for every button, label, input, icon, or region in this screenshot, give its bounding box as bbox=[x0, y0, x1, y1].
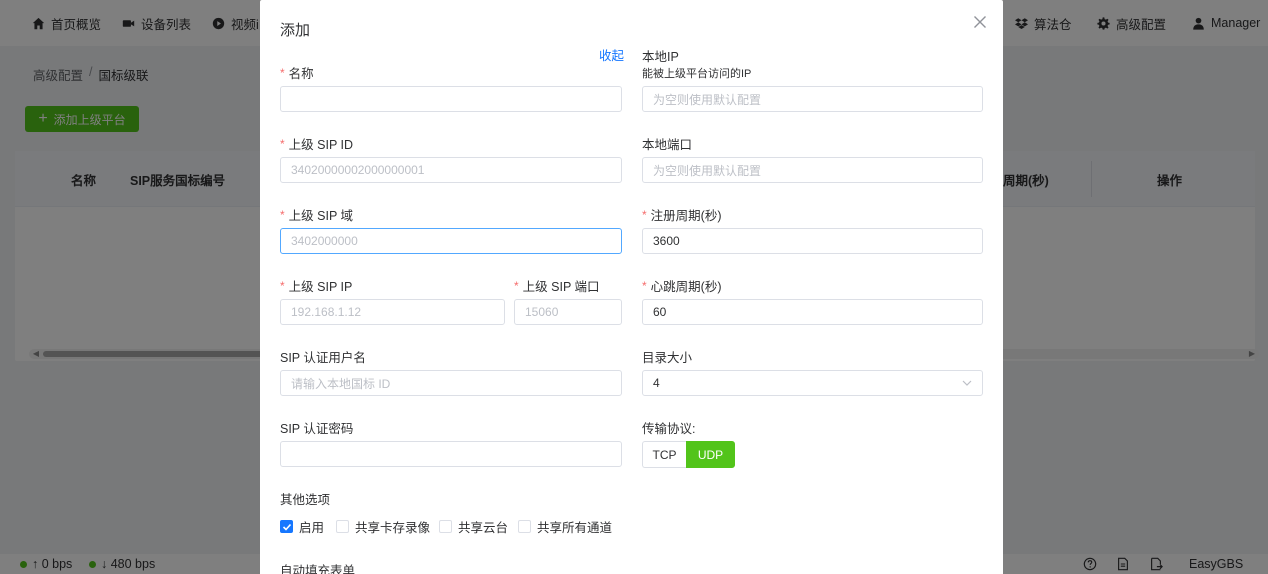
checkbox-box[interactable] bbox=[336, 520, 349, 533]
name-label-text: 名称 bbox=[288, 67, 314, 81]
heartbeat-period-input[interactable]: 60 bbox=[642, 299, 983, 325]
local-port-input[interactable]: 为空则使用默认配置 bbox=[642, 157, 983, 183]
other-options-label: 其他选项 bbox=[280, 489, 330, 508]
sip-id-label: * 上级 SIP ID bbox=[280, 134, 353, 153]
required-mark: * bbox=[514, 278, 519, 293]
catalog-size-select[interactable]: 4 bbox=[642, 370, 983, 396]
required-mark: * bbox=[642, 207, 647, 222]
required-mark: * bbox=[280, 136, 285, 151]
checkbox-label: 共享所有通道 bbox=[537, 521, 613, 535]
add-platform-dialog: 添加 收起 * 名称 * 上级 SIP ID 3402000000200000000… bbox=[260, 0, 1003, 574]
checkbox-box[interactable] bbox=[518, 520, 531, 533]
required-mark: * bbox=[280, 278, 285, 293]
transport-label-text: 传输协议: bbox=[642, 422, 696, 436]
register-period-label: * 注册周期(秒) bbox=[642, 205, 722, 224]
transport-udp-button[interactable]: UDP bbox=[686, 441, 735, 468]
auth-user-input[interactable]: 请输入本地国标 ID bbox=[280, 370, 622, 396]
sip-id-input[interactable]: 34020000002000000001 bbox=[280, 157, 622, 183]
checkbox-label: 共享云台 bbox=[458, 521, 509, 535]
checkbox-box[interactable] bbox=[439, 520, 452, 533]
other-options-label-text: 其他选项 bbox=[280, 493, 331, 507]
local-ip-label-text: 本地IP bbox=[642, 50, 679, 64]
enable-checkbox[interactable]: 启用 bbox=[280, 517, 324, 536]
catalog-size-label-text: 目录大小 bbox=[642, 351, 693, 365]
heartbeat-period-label-text: 心跳周期(秒) bbox=[650, 280, 722, 294]
checkbox-label: 共享卡存录像 bbox=[355, 521, 431, 535]
sip-port-label: * 上级 SIP 端口 bbox=[514, 276, 600, 295]
required-mark: * bbox=[280, 207, 285, 222]
auth-user-label-text: SIP 认证用户名 bbox=[280, 351, 366, 365]
required-mark: * bbox=[642, 278, 647, 293]
register-period-label-text: 注册周期(秒) bbox=[650, 209, 722, 223]
local-port-label-text: 本地端口 bbox=[642, 138, 693, 152]
sip-ip-label: * 上级 SIP IP bbox=[280, 276, 352, 295]
local-ip-hint: 能被上级平台访问的IP bbox=[642, 68, 752, 80]
heartbeat-period-label: * 心跳周期(秒) bbox=[642, 276, 722, 295]
sip-id-label-text: 上级 SIP ID bbox=[288, 138, 354, 152]
sip-ip-label-text: 上级 SIP IP bbox=[288, 280, 353, 294]
auth-pass-input[interactable] bbox=[280, 441, 622, 467]
sip-port-label-text: 上级 SIP 端口 bbox=[522, 280, 600, 294]
close-icon[interactable] bbox=[972, 14, 988, 30]
sip-domain-input[interactable]: 3402000000 bbox=[280, 228, 622, 254]
sip-port-input[interactable]: 15060 bbox=[514, 299, 622, 325]
sip-domain-label-text: 上级 SIP 域 bbox=[288, 209, 354, 223]
check-icon bbox=[282, 523, 292, 531]
required-mark: * bbox=[280, 65, 285, 80]
auth-pass-label-text: SIP 认证密码 bbox=[280, 422, 354, 436]
name-label: * 名称 bbox=[280, 63, 314, 82]
name-input[interactable] bbox=[280, 86, 622, 112]
transport-tcp-button[interactable]: TCP bbox=[642, 441, 686, 468]
share-recording-checkbox[interactable]: 共享卡存录像 bbox=[336, 517, 430, 536]
autofill-label: 自动填充表单 bbox=[280, 560, 355, 574]
catalog-size-label: 目录大小 bbox=[642, 347, 692, 366]
share-ptz-checkbox[interactable]: 共享云台 bbox=[439, 517, 508, 536]
transport-toggle: TCP UDP bbox=[642, 441, 735, 468]
sip-ip-input[interactable]: 192.168.1.12 bbox=[280, 299, 505, 325]
catalog-size-value: 4 bbox=[653, 376, 660, 390]
chevron-down-icon bbox=[962, 380, 972, 386]
sip-domain-label: * 上级 SIP 域 bbox=[280, 205, 353, 224]
transport-label: 传输协议: bbox=[642, 418, 695, 437]
local-ip-label: 本地IP bbox=[642, 46, 679, 65]
local-ip-input[interactable]: 为空则使用默认配置 bbox=[642, 86, 983, 112]
share-all-channels-checkbox[interactable]: 共享所有通道 bbox=[518, 517, 612, 536]
checkbox-box[interactable] bbox=[280, 520, 293, 533]
auth-user-label: SIP 认证用户名 bbox=[280, 347, 366, 366]
local-port-label: 本地端口 bbox=[642, 134, 692, 153]
collapse-link[interactable]: 收起 bbox=[599, 45, 624, 64]
register-period-input[interactable]: 3600 bbox=[642, 228, 983, 254]
checkbox-label: 启用 bbox=[299, 521, 325, 535]
dialog-title: 添加 bbox=[280, 22, 311, 39]
auth-pass-label: SIP 认证密码 bbox=[280, 418, 353, 437]
autofill-label-text: 自动填充表单 bbox=[280, 564, 356, 574]
